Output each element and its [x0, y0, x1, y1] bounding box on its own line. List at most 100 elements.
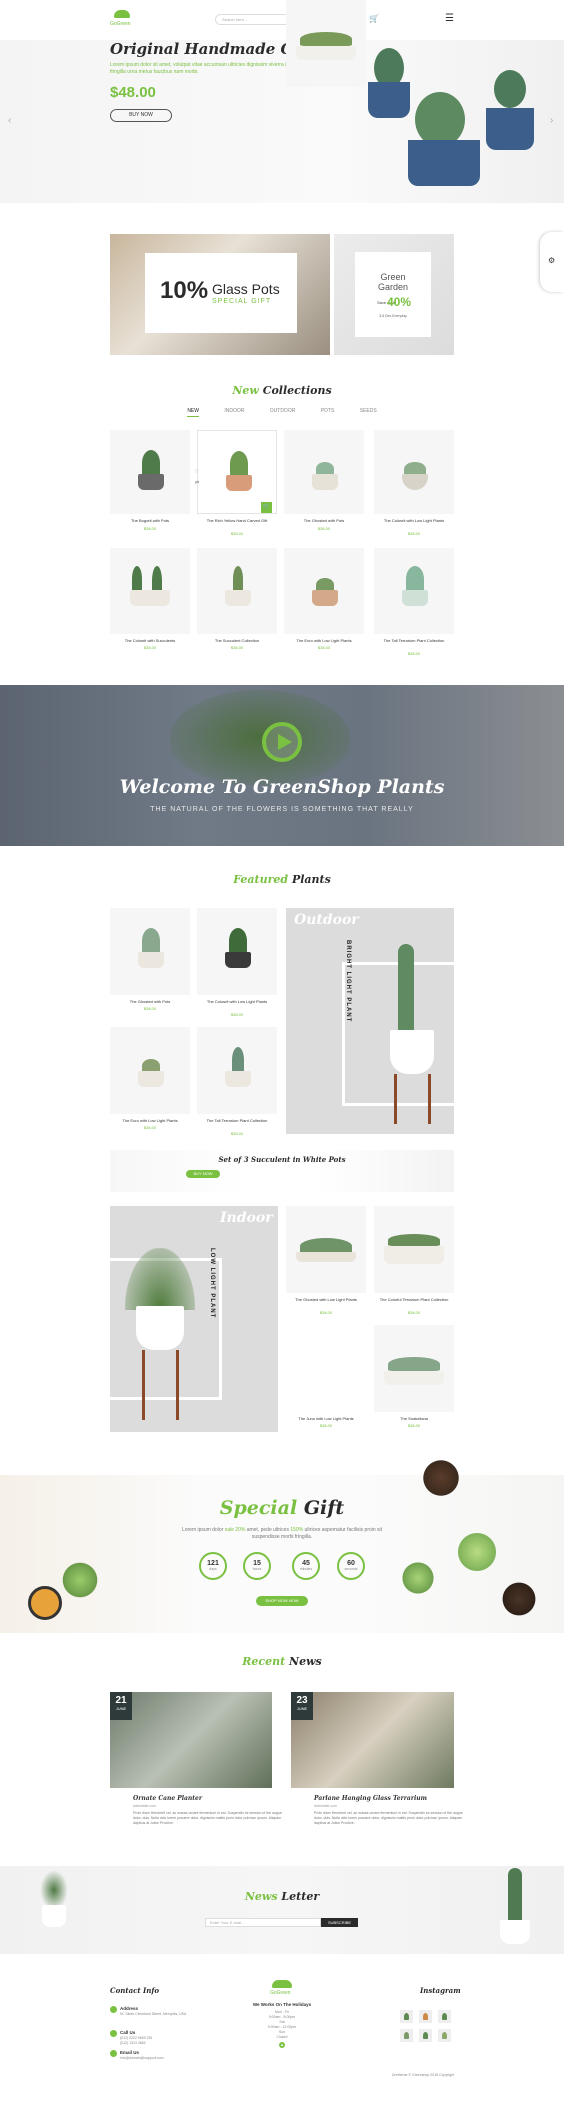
side-settings-tab[interactable]: ⚙	[540, 232, 564, 292]
menu-icon[interactable]: ☰	[445, 13, 454, 24]
product-quick-actions: ♡ ⇄	[191, 469, 203, 491]
succulent-banner-title: Set of 3 Succulent in White Pots	[218, 1155, 346, 1164]
instagram-thumb[interactable]	[400, 2029, 413, 2042]
product-card[interactable]	[110, 908, 190, 995]
product-name[interactable]: The Euro with Low Light Plants	[110, 1118, 190, 1123]
countdown-minutes: 45 minutes	[292, 1552, 320, 1580]
fern-plant-image	[170, 690, 350, 785]
product-name[interactable]: The Colosrit with Low Light Plants	[197, 999, 277, 1004]
product-name[interactable]: The Snakeliana	[374, 1416, 454, 1421]
tab-pots[interactable]: POTS	[321, 408, 335, 416]
product-name[interactable]: The Rich Yellow Hand Carved Gift	[197, 518, 277, 523]
news-image[interactable]	[291, 1692, 454, 1788]
instagram-thumb[interactable]	[419, 2029, 432, 2042]
product-name[interactable]: The Juno with Low Light Plants	[286, 1416, 366, 1421]
product-name[interactable]: The Colosrit with Low Light Plants	[374, 518, 454, 523]
product-card[interactable]	[374, 1325, 454, 1412]
play-video-button[interactable]	[262, 722, 302, 762]
news-meta: Adminsite.com	[133, 1804, 156, 1808]
product-card[interactable]	[284, 430, 364, 514]
prev-slide-icon[interactable]: ‹	[8, 115, 11, 126]
product-card[interactable]	[286, 0, 366, 87]
product-name[interactable]: The Ghosted with Low Light Plants	[286, 1297, 366, 1302]
product-price: $38.00	[317, 526, 331, 531]
product-card[interactable]	[284, 548, 364, 634]
instagram-thumb[interactable]	[438, 2010, 451, 2023]
product-price: $38.00	[143, 1125, 157, 1130]
product-card[interactable]	[197, 1027, 277, 1114]
news-date-badge: 23 JUNE	[291, 1692, 313, 1720]
tab-indoor[interactable]: INDOOR	[224, 408, 244, 416]
countdown-seconds: 60 seconds	[337, 1552, 365, 1580]
search-placeholder: Search here...	[222, 17, 248, 22]
special-gift-heading: Special Gift	[219, 1497, 345, 1519]
product-card[interactable]	[286, 1206, 366, 1293]
next-slide-icon[interactable]: ›	[550, 115, 553, 126]
product-name[interactable]: The Ghosted with Pots	[110, 999, 190, 1004]
news-title[interactable]: Ornate Cane Planter	[133, 1795, 202, 1802]
hours-title: We Works On The Holidays	[252, 2002, 312, 2007]
product-name[interactable]: The Euro with Low Light Plants	[284, 638, 364, 643]
product-card[interactable]	[374, 1206, 454, 1293]
heart-icon[interactable]: ♡	[191, 469, 203, 475]
product-name[interactable]: The Tall Terrarium Plant Collection	[197, 1118, 277, 1123]
logo[interactable]: GoGreen	[110, 10, 134, 30]
product-name[interactable]: The Colosrit with Succulents	[110, 638, 190, 643]
shop-now-button[interactable]: SHOP NOW NOW	[256, 1596, 308, 1606]
welcome-subtitle: THE NATURAL OF THE FLOWERS IS SOMETHING …	[150, 806, 414, 813]
tab-outdoor[interactable]: OUTDOOR	[270, 408, 296, 416]
newsletter-email-input[interactable]: Enter Your E-mail...	[205, 1918, 321, 1927]
product-card[interactable]	[374, 548, 454, 634]
instagram-thumb[interactable]	[438, 2029, 451, 2042]
news-heading: Recent News	[242, 1655, 322, 1668]
product-card[interactable]	[110, 1027, 190, 1114]
product-name[interactable]: The Colorful Terrarium Plant Collection	[374, 1297, 454, 1302]
instagram-thumb[interactable]	[400, 2010, 413, 2023]
indoor-vertical-label: LOW LIGHT PLANT	[209, 1248, 215, 1319]
product-card[interactable]	[110, 430, 190, 514]
product-name[interactable]: The Bogorit with Pots	[110, 518, 190, 523]
product-price: $38.00	[407, 531, 421, 536]
tab-new[interactable]: NEW	[187, 408, 199, 417]
instagram-heading: Instagram	[420, 1986, 461, 1995]
play-icon	[278, 734, 292, 750]
welcome-title: Welcome To GreenShop Plants	[119, 776, 445, 798]
news-image[interactable]	[110, 1692, 272, 1788]
promo-title: Glass Pots	[212, 281, 280, 297]
product-card[interactable]	[197, 908, 277, 995]
product-price: $38.00	[407, 1423, 421, 1428]
product-card[interactable]	[197, 548, 277, 634]
email-value[interactable]: info@domain@support.com	[120, 2056, 164, 2061]
promo-subtitle: SPECIAL GIFT	[212, 298, 272, 305]
instagram-thumb[interactable]	[419, 2010, 432, 2023]
product-name[interactable]: The Succulent Collection	[197, 638, 277, 643]
collections-heading: New Collections	[232, 384, 332, 397]
countdown-days: 121 days	[199, 1552, 227, 1580]
buy-now-button[interactable]: BUY NOW	[110, 109, 172, 122]
product-price: $38.00	[319, 1423, 333, 1428]
subscribe-button[interactable]: SUBSCRIBE	[321, 1918, 358, 1927]
succulent-buy-now-button[interactable]: BUY NOW	[186, 1170, 220, 1178]
product-price: $38.00	[230, 1131, 244, 1136]
product-card[interactable]	[110, 548, 190, 634]
product-name[interactable]: The Ghosted with Pots	[284, 518, 364, 523]
compare-icon[interactable]: ⇄	[191, 480, 203, 486]
hero-price: $48.00	[110, 84, 156, 101]
promo-percent: 10%	[160, 277, 209, 304]
product-name[interactable]: The Tall Terrarium Plant Collection	[374, 638, 454, 643]
news-title[interactable]: Parlane Hanging Glass Terrarium	[314, 1795, 427, 1802]
logo-text: GoGreen	[110, 21, 131, 27]
cart-icon[interactable]: 🛒	[369, 14, 379, 23]
featured-heading: Featured Plants	[233, 873, 331, 886]
product-price: $38.00	[230, 1012, 244, 1017]
scroll-top-button[interactable]: ▲	[279, 2042, 285, 2048]
news-excerpt: Proin diam Hendrerit vel, ac massa ornar…	[133, 1811, 282, 1825]
product-card[interactable]	[374, 430, 454, 514]
add-to-cart-button[interactable]: 🛒	[261, 502, 272, 513]
hero-description: Lorem ipsum dolor sit amet, volutpat vit…	[110, 62, 289, 75]
plant-logo-icon	[114, 10, 130, 18]
copyright-text: Zentheme © Greenshop 2018 Copyright	[391, 2073, 454, 2077]
contact-info-heading: Contact Info	[110, 1986, 160, 1995]
news-meta: Adminsite.com	[314, 1804, 337, 1808]
tab-seeds[interactable]: SEEDS	[360, 408, 377, 416]
